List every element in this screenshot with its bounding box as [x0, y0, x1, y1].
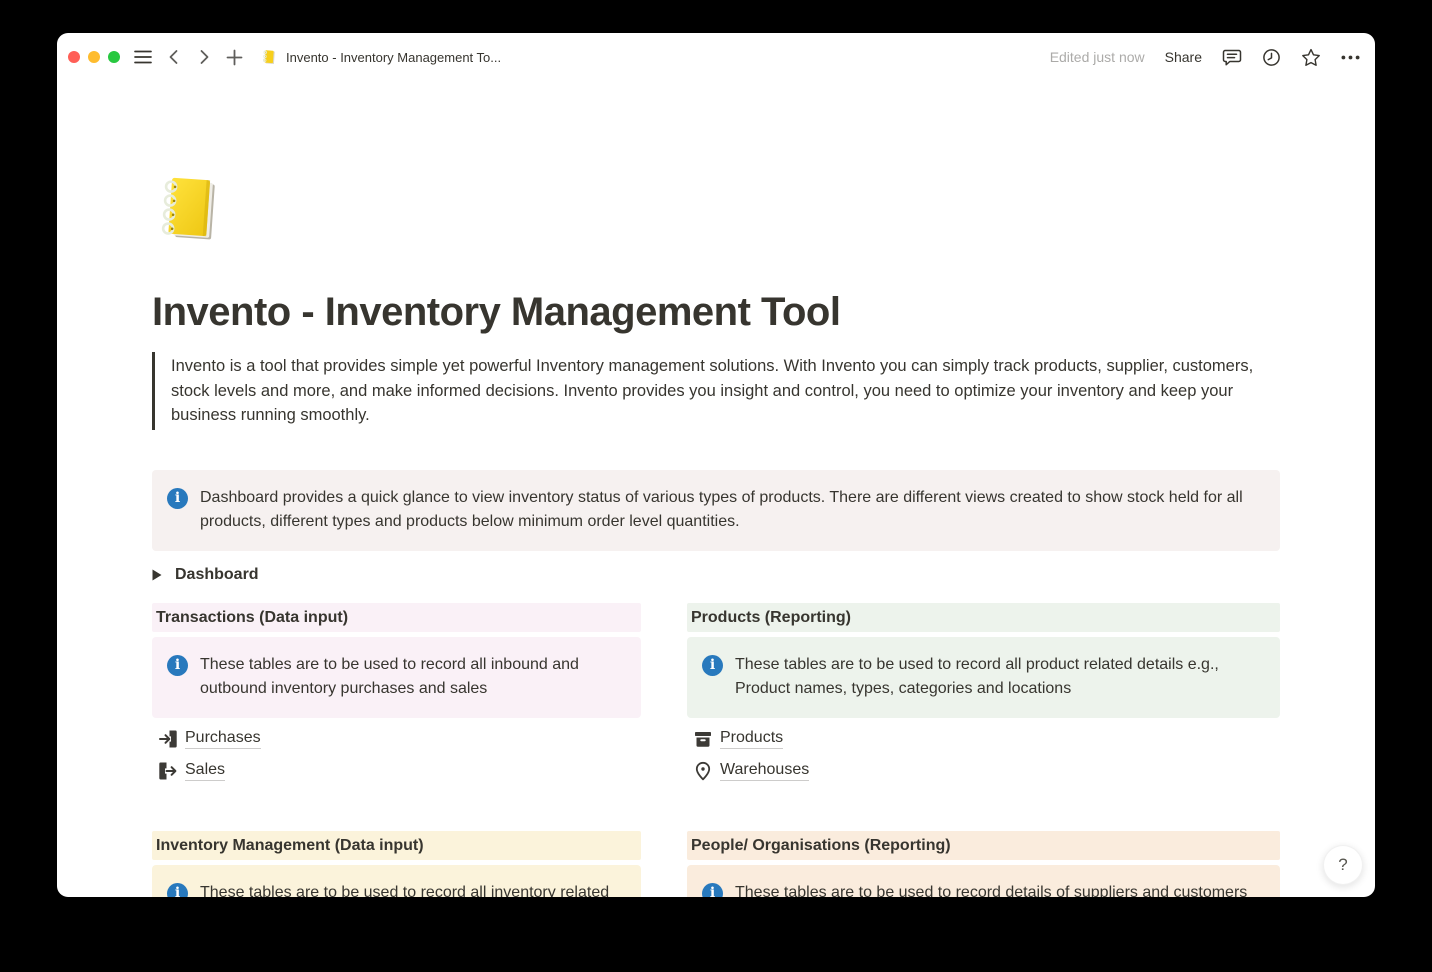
inventory-management-callout-text: These tables are to be used to record al… [200, 881, 625, 898]
sections-grid: Transactions (Data input) i These tables… [152, 603, 1280, 898]
info-icon: i [167, 655, 188, 676]
dashboard-toggle[interactable]: Dashboard [152, 563, 1280, 587]
new-tab-button[interactable] [226, 49, 243, 66]
tab-title-text: Invento - Inventory Management To... [286, 50, 501, 65]
ellipsis-icon [1341, 55, 1360, 60]
section-products: Products (Reporting) i These tables are … [687, 603, 1280, 792]
section-header-people-organisations: People/ Organisations (Reporting) [687, 831, 1280, 860]
section-header-transactions: Transactions (Data input) [152, 603, 641, 632]
section-inventory-management: Inventory Management (Data input) i Thes… [152, 831, 641, 898]
exit-door-icon [158, 761, 178, 781]
favorite-button[interactable] [1301, 48, 1321, 67]
location-pin-icon [693, 761, 713, 781]
transactions-callout: i These tables are to be used to record … [152, 637, 641, 718]
page-link-warehouses[interactable]: Warehouses [687, 760, 1280, 782]
breadcrumb[interactable]: Invento - Inventory Management To... [261, 49, 501, 66]
comment-icon [1222, 48, 1242, 67]
dashboard-toggle-label: Dashboard [175, 566, 259, 584]
section-header-inventory-management: Inventory Management (Data input) [152, 831, 641, 860]
people-organisations-callout: i These tables are to be used to record … [687, 865, 1280, 898]
window-titlebar: Invento - Inventory Management To... Edi… [57, 33, 1375, 81]
more-options-button[interactable] [1341, 55, 1360, 60]
people-organisations-callout-text: These tables are to be used to record de… [735, 881, 1247, 898]
page-body: Invento - Inventory Management Tool Inve… [57, 81, 1375, 897]
minimize-window-button[interactable] [88, 51, 100, 63]
zoom-window-button[interactable] [108, 51, 120, 63]
hamburger-icon [134, 50, 152, 64]
star-icon [1301, 48, 1321, 67]
page-link-label: Sales [185, 761, 225, 781]
page-link-products[interactable]: Products [687, 728, 1280, 750]
traffic-lights [68, 51, 120, 63]
section-transactions: Transactions (Data input) i These tables… [152, 603, 641, 792]
chevron-left-icon [166, 48, 182, 66]
page-title: Invento - Inventory Management Tool [152, 288, 1280, 336]
page-link-sales[interactable]: Sales [152, 760, 641, 782]
page-link-label: Warehouses [720, 761, 809, 781]
clock-icon [1262, 48, 1281, 67]
help-button[interactable]: ? [1323, 845, 1363, 885]
info-icon: i [702, 655, 723, 676]
info-icon: i [167, 883, 188, 898]
info-icon: i [702, 883, 723, 898]
page-link-purchases[interactable]: Purchases [152, 728, 641, 750]
back-button[interactable] [166, 48, 182, 66]
products-callout: i These tables are to be used to record … [687, 637, 1280, 718]
history-button[interactable] [1262, 48, 1281, 67]
edited-status: Edited just now [1050, 49, 1145, 65]
transactions-callout-text: These tables are to be used to record al… [200, 653, 625, 702]
ledger-notebook-emoji [152, 172, 228, 248]
ledger-notebook-icon [261, 49, 278, 66]
section-header-products: Products (Reporting) [687, 603, 1280, 632]
chevron-right-icon [196, 48, 212, 66]
plus-icon [226, 49, 243, 66]
products-callout-text: These tables are to be used to record al… [735, 653, 1264, 702]
toggle-triangle-icon [152, 569, 162, 581]
dashboard-callout-text: Dashboard provides a quick glance to vie… [200, 486, 1264, 535]
section-people-organisations: People/ Organisations (Reporting) i Thes… [687, 831, 1280, 898]
enter-door-icon [158, 729, 178, 749]
share-button[interactable]: Share [1165, 49, 1202, 65]
comments-button[interactable] [1222, 48, 1242, 67]
forward-button[interactable] [196, 48, 212, 66]
inventory-management-callout: i These tables are to be used to record … [152, 865, 641, 898]
dashboard-callout: i Dashboard provides a quick glance to v… [152, 470, 1280, 551]
page-link-label: Products [720, 729, 783, 749]
page-link-label: Purchases [185, 729, 261, 749]
quote-block: Invento is a tool that provides simple y… [152, 352, 1280, 430]
info-icon: i [167, 488, 188, 509]
app-window: Invento - Inventory Management To... Edi… [57, 33, 1375, 897]
close-window-button[interactable] [68, 51, 80, 63]
page-icon-button[interactable] [152, 172, 228, 248]
sidebar-menu-button[interactable] [134, 50, 152, 64]
archive-box-icon [693, 729, 713, 749]
